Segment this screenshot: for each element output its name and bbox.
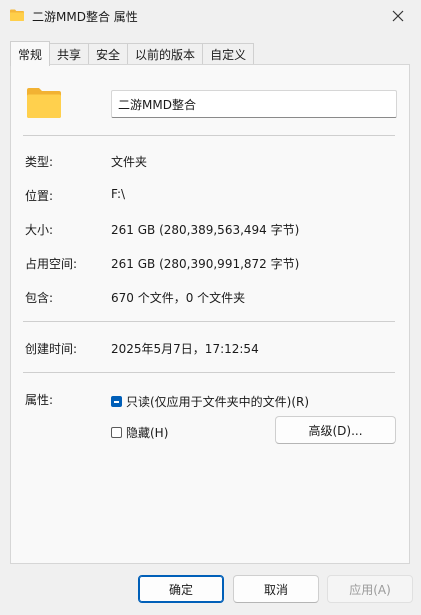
tab-general[interactable]: 常规 — [10, 41, 51, 66]
window-title: 二游MMD整合 属性 — [32, 10, 138, 24]
hidden-checkbox[interactable]: 隐藏(H) — [111, 424, 168, 441]
folder-icon — [27, 88, 61, 118]
divider — [23, 372, 395, 373]
close-button[interactable] — [375, 0, 421, 32]
tab-strip: 常规 共享 安全 以前的版本 自定义 — [10, 41, 255, 66]
contains-label: 包含: — [25, 291, 54, 305]
general-panel: 二游MMD整合 类型: 文件夹 位置: F:\ 大小: 261 GB (280,… — [10, 64, 410, 564]
divider — [23, 135, 395, 136]
hidden-checkbox-box[interactable] — [111, 427, 122, 438]
readonly-checkbox[interactable]: 只读(仅应用于文件夹中的文件)(R) — [111, 393, 309, 410]
created-value: 2025年5月7日，17:12:54 — [111, 342, 259, 356]
folder-icon — [10, 9, 24, 21]
readonly-label: 只读(仅应用于文件夹中的文件)(R) — [126, 395, 310, 409]
attributes-label: 属性: — [25, 393, 54, 407]
ok-button[interactable]: 确定 — [138, 575, 224, 603]
size-label: 大小: — [25, 223, 54, 237]
tab-previous-versions[interactable]: 以前的版本 — [127, 43, 204, 65]
apply-button[interactable]: 应用(A) — [327, 575, 413, 603]
close-icon — [392, 10, 404, 22]
size-value: 261 GB (280,389,563,494 字节) — [111, 223, 300, 237]
created-label: 创建时间: — [25, 342, 78, 356]
advanced-button[interactable]: 高级(D)... — [275, 416, 396, 444]
folder-name-field[interactable]: 二游MMD整合 — [111, 90, 397, 118]
title-bar: 二游MMD整合 属性 — [0, 0, 421, 32]
disk-size-label: 占用空间: — [25, 257, 78, 271]
divider — [23, 321, 395, 322]
hidden-label: 隐藏(H) — [126, 426, 169, 440]
contains-value: 670 个文件，0 个文件夹 — [111, 291, 246, 305]
disk-size-value: 261 GB (280,390,991,872 字节) — [111, 257, 300, 271]
type-label: 类型: — [25, 155, 54, 169]
tab-security[interactable]: 安全 — [88, 43, 129, 65]
readonly-checkbox-box[interactable] — [111, 396, 122, 407]
cancel-button[interactable]: 取消 — [233, 575, 319, 603]
location-label: 位置: — [25, 189, 54, 203]
tab-sharing[interactable]: 共享 — [49, 43, 90, 65]
type-value: 文件夹 — [111, 155, 148, 169]
location-value: F:\ — [111, 187, 126, 201]
tab-customize[interactable]: 自定义 — [202, 43, 255, 65]
